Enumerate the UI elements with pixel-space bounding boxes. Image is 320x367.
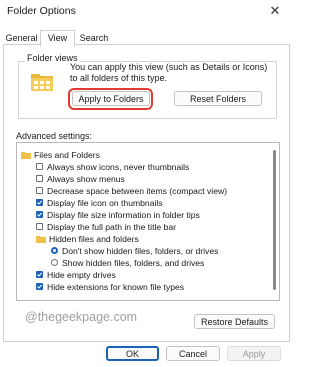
close-icon[interactable]: ✕ <box>264 2 286 20</box>
list-item-label: Always show menus <box>47 173 125 184</box>
folder-icon <box>21 151 31 159</box>
apply-button[interactable]: Apply <box>227 346 281 361</box>
checkbox-checked[interactable] <box>36 199 43 206</box>
advanced-settings-list[interactable]: Files and Folders Always show icons, nev… <box>16 142 280 301</box>
list-item-label: Always show icons, never thumbnails <box>47 161 190 172</box>
highlight-annotation <box>68 88 153 110</box>
list-item[interactable]: Display file icon on thumbnails <box>36 197 163 208</box>
checkbox[interactable] <box>36 187 43 194</box>
list-item-label: Display file icon on thumbnails <box>47 197 163 208</box>
list-item[interactable]: Hide extensions for known file types <box>36 281 184 292</box>
folder-views-icon <box>31 74 53 91</box>
restore-defaults-button[interactable]: Restore Defaults <box>194 314 275 329</box>
window-title: Folder Options <box>7 5 76 17</box>
radio-selected[interactable] <box>51 247 58 254</box>
cancel-button[interactable]: Cancel <box>166 346 220 361</box>
checkbox[interactable] <box>36 223 43 230</box>
list-item[interactable]: Display the full path in the title bar <box>36 221 176 232</box>
reset-folders-button[interactable]: Reset Folders <box>174 91 262 106</box>
list-item[interactable]: Always show icons, never thumbnails <box>36 161 189 172</box>
list-item[interactable]: Hide empty drives <box>36 269 116 280</box>
ok-button[interactable]: OK <box>106 346 159 361</box>
list-item-label: Files and Folders <box>34 149 100 160</box>
checkbox-checked[interactable] <box>36 271 43 278</box>
list-item-label: Don't show hidden files, folders, or dri… <box>62 245 219 256</box>
folder-views-description: You can apply this view (such as Details… <box>70 62 268 83</box>
list-item[interactable]: Display file size information in folder … <box>36 209 200 220</box>
radio[interactable] <box>51 259 58 266</box>
list-item[interactable]: Don't show hidden files, folders, or dri… <box>51 245 218 256</box>
tab-view[interactable]: View <box>40 30 75 47</box>
list-item-label: Hide empty drives <box>47 269 116 280</box>
watermark: @thegeekpage.com <box>25 310 138 324</box>
checkbox[interactable] <box>36 175 43 182</box>
list-item-label: Decrease space between items (compact vi… <box>47 185 228 196</box>
list-item-files-and-folders: Files and Folders <box>21 149 100 160</box>
list-item[interactable]: Decrease space between items (compact vi… <box>36 185 227 196</box>
folder-icon <box>36 235 46 243</box>
title-bar: Folder Options ✕ <box>0 0 292 22</box>
scrollbar[interactable] <box>273 150 276 290</box>
checkbox-checked[interactable] <box>36 283 43 290</box>
list-item-label: Display the full path in the title bar <box>47 221 176 232</box>
list-item-label: Show hidden files, folders, and drives <box>62 257 205 268</box>
list-item[interactable]: Always show menus <box>36 173 125 184</box>
list-item-label: Hide extensions for known file types <box>47 281 185 292</box>
list-item-hidden-files: Hidden files and folders <box>36 233 139 244</box>
advanced-settings-label: Advanced settings: <box>16 131 93 141</box>
list-item-label: Hidden files and folders <box>49 233 139 244</box>
list-item-label: Display file size information in folder … <box>47 209 200 220</box>
list-item[interactable]: Show hidden files, folders, and drives <box>51 257 204 268</box>
checkbox-checked[interactable] <box>36 211 43 218</box>
checkbox[interactable] <box>36 163 43 170</box>
